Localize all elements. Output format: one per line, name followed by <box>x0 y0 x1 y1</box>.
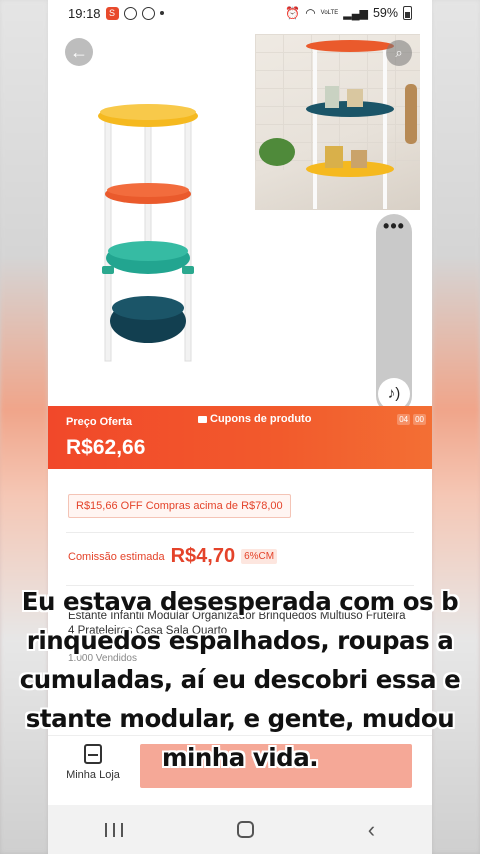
coupon-icon <box>198 415 207 423</box>
more-dots-icon[interactable]: ••• <box>376 216 412 237</box>
alarm-icon: ⏰ <box>285 6 301 20</box>
shelf-product-image <box>98 104 198 362</box>
product-image-area[interactable]: ← ⌕ ••• ♪) <box>48 26 432 414</box>
battery-icon <box>403 6 412 20</box>
countdown-timer: 04 00 <box>397 414 426 425</box>
caption-line: rinquedos espalhados, roupas a <box>26 626 454 655</box>
battery-percent: 59% <box>372 6 398 20</box>
coupon-label: Cupons de produto <box>210 413 312 425</box>
caption-line: minha vida. <box>161 743 319 772</box>
more-notifications-icon <box>159 11 164 15</box>
price-banner: Preço Oferta R$62,66 Cupons de produto 0… <box>48 406 432 469</box>
caption-line: stante modular, e gente, mudou <box>25 704 455 733</box>
whatsapp-icon-2 <box>141 6 155 20</box>
coupon-link[interactable]: Cupons de produto <box>198 413 311 425</box>
timer-hours: 04 <box>397 414 411 425</box>
shopee-notification-icon: S <box>105 6 119 20</box>
wifi-icon: ◠ <box>305 6 316 20</box>
promo-chip[interactable]: R$15,66 OFF Compras acima de R$78,00 <box>68 494 291 518</box>
commission-value: R$4,70 <box>170 545 236 567</box>
search-icon[interactable]: ⌕ <box>386 40 412 66</box>
video-caption: Eu estava desesperada com os b rinquedos… <box>0 582 480 777</box>
caption-line: Eu estava desesperada com os b <box>21 587 459 616</box>
signal-icon: ▂▄▆ <box>343 7 368 20</box>
back-button[interactable]: ← <box>65 38 93 66</box>
product-thumbnail[interactable]: ⌕ <box>255 34 420 210</box>
commission-row: Comissão estimada R$4,70 6%CM <box>68 545 278 568</box>
divider <box>66 532 414 533</box>
home-icon[interactable] <box>236 821 254 838</box>
price-label: Preço Oferta <box>66 416 133 428</box>
whatsapp-icon <box>123 6 137 20</box>
network-label: VoLTE <box>320 10 339 16</box>
caption-line: cumuladas, aí eu descobri essa e <box>19 665 461 694</box>
price-value: R$62,66 <box>66 436 146 459</box>
timer-minutes: 00 <box>413 414 426 425</box>
status-time: 19:18 <box>68 5 101 21</box>
commission-badge: 6%CM <box>241 549 278 564</box>
system-nav-bar: ‹ <box>48 805 432 854</box>
status-bar: 19:18 S ⏰ ◠ VoLTE ▂▄▆ 59% <box>48 0 432 26</box>
commission-label: Comissão estimada <box>68 550 165 563</box>
side-floating-panel[interactable]: ••• ♪) <box>376 214 412 414</box>
recent-apps-icon[interactable] <box>104 822 123 837</box>
back-nav-icon[interactable]: ‹ <box>368 817 375 843</box>
